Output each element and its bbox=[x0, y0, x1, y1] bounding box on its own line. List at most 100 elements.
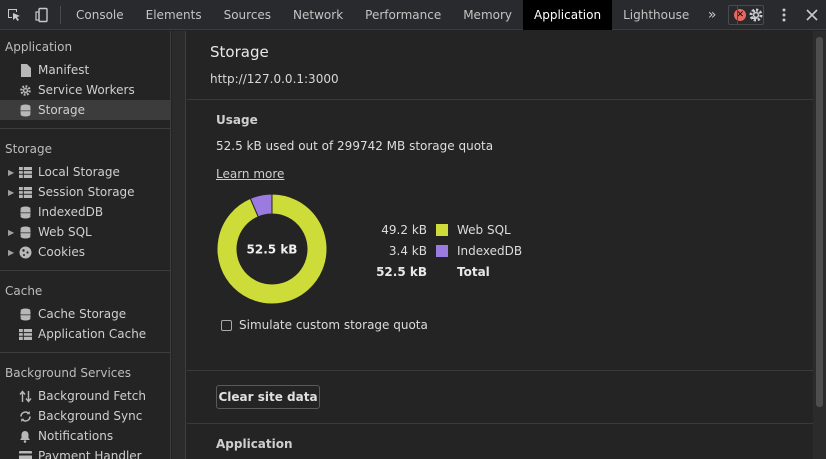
kebab-menu-icon[interactable] bbox=[770, 0, 798, 30]
legend-swatch-empty bbox=[436, 266, 448, 278]
sidebar-section-background-services: Background Services bbox=[5, 366, 132, 380]
legend-value: 49.2 kB bbox=[381, 222, 427, 237]
panel-tabs: Console Elements Sources Network Perform… bbox=[65, 0, 700, 30]
sidebar-item-label: Cookies bbox=[38, 245, 85, 259]
sidebar-divider bbox=[0, 128, 170, 129]
legend-value: 3.4 kB bbox=[388, 243, 427, 258]
sidebar-item-web-sql[interactable]: ▶ Web SQL bbox=[0, 222, 170, 242]
tab-console[interactable]: Console bbox=[65, 0, 135, 30]
usage-legend: 49.2 kB Web SQL 3.4 kB IndexedDB 52.5 kB… bbox=[367, 219, 522, 282]
sidebar-item-indexeddb[interactable]: IndexedDB bbox=[0, 202, 170, 222]
sidebar-splitter[interactable] bbox=[172, 31, 186, 459]
fetch-icon bbox=[18, 389, 32, 403]
sidebar-item-label: Manifest bbox=[38, 63, 90, 77]
sidebar-section-cache: Cache bbox=[5, 284, 43, 298]
section-divider bbox=[187, 423, 813, 424]
cookie-icon bbox=[18, 245, 32, 259]
application-heading: Application bbox=[216, 437, 293, 451]
database-icon bbox=[18, 225, 32, 239]
tab-network[interactable]: Network bbox=[282, 0, 354, 30]
more-tabs-icon[interactable]: » bbox=[700, 0, 724, 30]
sidebar-item-label: Session Storage bbox=[38, 185, 135, 199]
learn-more-link[interactable]: Learn more bbox=[216, 167, 284, 181]
usage-summary: 52.5 kB used out of 299742 MB storage qu… bbox=[216, 139, 494, 153]
legend-total-name: Total bbox=[457, 264, 490, 279]
settings-gear-icon[interactable] bbox=[742, 0, 770, 30]
storage-panel: Storage http://127.0.0.1:3000 Usage 52.5… bbox=[187, 31, 813, 459]
usage-heading: Usage bbox=[216, 113, 258, 127]
sidebar-section-storage: Storage bbox=[5, 142, 52, 156]
inspect-element-icon[interactable] bbox=[0, 0, 28, 30]
scrollbar-thumb[interactable] bbox=[816, 37, 823, 407]
legend-swatch bbox=[436, 244, 448, 257]
legend-name: IndexedDB bbox=[457, 243, 523, 258]
usage-donut-chart: 52.5 kB bbox=[216, 193, 328, 305]
database-icon bbox=[18, 205, 32, 219]
database-icon bbox=[18, 307, 32, 321]
tab-application[interactable]: Application bbox=[523, 0, 613, 30]
sidebar-divider bbox=[0, 352, 170, 353]
sidebar-item-label: Cache Storage bbox=[38, 307, 127, 321]
sidebar-item-background-fetch[interactable]: Background Fetch bbox=[0, 386, 170, 406]
sidebar-item-manifest[interactable]: Manifest bbox=[0, 60, 170, 80]
origin-url: http://127.0.0.1:3000 bbox=[210, 72, 339, 86]
grid-icon bbox=[18, 165, 32, 179]
sidebar-item-label: IndexedDB bbox=[38, 205, 104, 219]
sidebar-item-cookies[interactable]: ▶ Cookies bbox=[0, 242, 170, 262]
main-scrollbar[interactable] bbox=[813, 31, 826, 459]
sidebar-item-label: Application Cache bbox=[38, 327, 147, 341]
sidebar-item-label: Background Fetch bbox=[38, 389, 146, 403]
database-icon bbox=[18, 103, 32, 117]
sidebar-item-label: Background Sync bbox=[38, 409, 143, 423]
sidebar-item-storage[interactable]: Storage bbox=[0, 100, 170, 120]
sidebar-item-background-sync[interactable]: Background Sync bbox=[0, 406, 170, 426]
sidebar-item-label: Payment Handler bbox=[38, 449, 142, 459]
sidebar-item-application-cache[interactable]: Application Cache bbox=[0, 324, 170, 344]
header-divider bbox=[187, 99, 813, 100]
tab-lighthouse[interactable]: Lighthouse bbox=[612, 0, 700, 30]
sidebar-item-label: Local Storage bbox=[38, 165, 120, 179]
tab-sources[interactable]: Sources bbox=[213, 0, 282, 30]
tab-performance[interactable]: Performance bbox=[354, 0, 452, 30]
sidebar-item-payment-handler[interactable]: Payment Handler bbox=[0, 446, 170, 459]
tab-memory[interactable]: Memory bbox=[452, 0, 523, 30]
sidebar-item-label: Notifications bbox=[38, 429, 114, 443]
sidebar-section-application: Application bbox=[5, 40, 73, 54]
simulate-quota-option[interactable]: Simulate custom storage quota bbox=[221, 318, 428, 332]
expand-arrow-icon[interactable]: ▶ bbox=[8, 248, 18, 257]
sidebar-item-notifications[interactable]: Notifications bbox=[0, 426, 170, 446]
toolbar-divider bbox=[737, 6, 738, 24]
toolbar-right-actions bbox=[733, 0, 826, 30]
legend-total-value: 52.5 kB bbox=[376, 264, 427, 279]
expand-arrow-icon[interactable]: ▶ bbox=[8, 228, 18, 237]
close-icon[interactable] bbox=[798, 0, 826, 30]
device-toolbar-icon[interactable] bbox=[28, 0, 56, 30]
bell-icon bbox=[18, 429, 32, 443]
legend-row-web-sql: 49.2 kB Web SQL bbox=[367, 219, 522, 240]
legend-name: Web SQL bbox=[457, 222, 511, 237]
expand-arrow-icon[interactable]: ▶ bbox=[8, 168, 18, 177]
simulate-quota-checkbox[interactable] bbox=[221, 319, 232, 331]
file-icon bbox=[18, 63, 32, 77]
sync-icon bbox=[18, 409, 32, 423]
donut-total-label: 52.5 kB bbox=[247, 243, 298, 257]
sidebar-item-service-workers[interactable]: Service Workers bbox=[0, 80, 170, 100]
clear-site-data-button[interactable]: Clear site data bbox=[216, 385, 320, 409]
payment-icon bbox=[18, 449, 32, 459]
expand-arrow-icon[interactable]: ▶ bbox=[8, 188, 18, 197]
simulate-quota-label: Simulate custom storage quota bbox=[239, 318, 428, 332]
tab-elements[interactable]: Elements bbox=[135, 0, 213, 30]
grid-icon bbox=[18, 185, 32, 199]
sidebar-item-label: Storage bbox=[38, 103, 85, 117]
devtools-toolbar: Console Elements Sources Network Perform… bbox=[0, 0, 826, 30]
sidebar-item-label: Service Workers bbox=[38, 83, 135, 97]
sidebar-item-local-storage[interactable]: ▶ Local Storage bbox=[0, 162, 170, 182]
legend-row-total: 52.5 kB Total bbox=[367, 261, 522, 282]
sidebar-divider bbox=[0, 270, 170, 271]
toolbar-divider bbox=[60, 5, 61, 24]
grid-icon bbox=[18, 327, 32, 341]
sidebar-item-cache-storage[interactable]: Cache Storage bbox=[0, 304, 170, 324]
sidebar-item-session-storage[interactable]: ▶ Session Storage bbox=[0, 182, 170, 202]
legend-row-indexeddb: 3.4 kB IndexedDB bbox=[367, 240, 522, 261]
gear-icon bbox=[18, 83, 32, 97]
